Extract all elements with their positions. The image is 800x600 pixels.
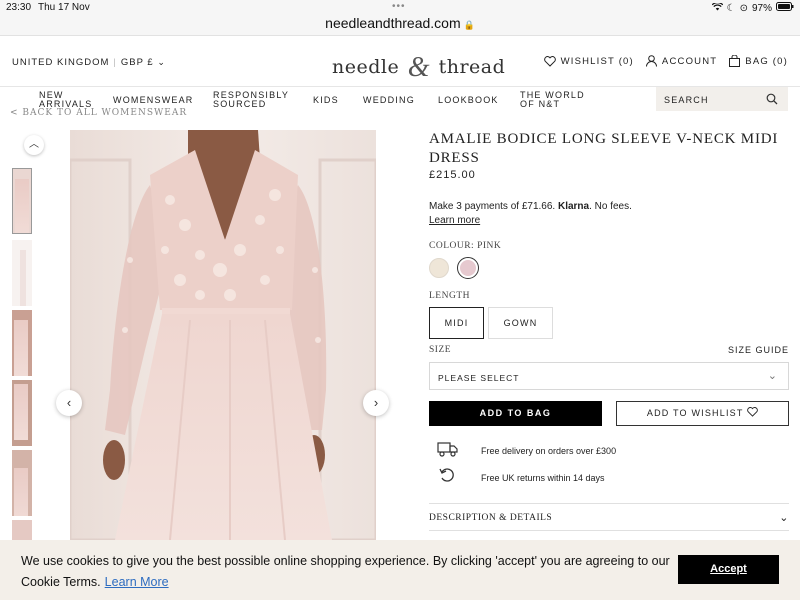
thumbnail-5[interactable] (12, 450, 32, 516)
bag-link[interactable]: BAG (0) (729, 55, 788, 67)
header-actions: WISHLIST (0) ACCOUNT BAG (0) (543, 55, 788, 67)
currency-label: GBP £ (120, 57, 154, 68)
search-input[interactable]: SEARCH (656, 87, 788, 111)
thumbnail-image (14, 468, 28, 516)
battery-percent: 97% (751, 2, 772, 14)
search-icon[interactable] (766, 93, 778, 105)
bag-icon (729, 55, 741, 67)
image-next-button[interactable]: › (363, 390, 389, 416)
returns-icon (439, 468, 454, 482)
wishlist-link[interactable]: WISHLIST (0) (543, 55, 634, 67)
cookie-learn-more-link[interactable]: Learn More (105, 575, 169, 589)
thumbnail-image (15, 179, 29, 233)
logo-ampersand: & (407, 52, 431, 83)
logo-word-needle: needle (332, 56, 400, 78)
product-title: AMALIE BODICE LONG SLEEVE V-NECK MIDI DR… (429, 131, 779, 166)
date: Thu 17 Nov (38, 2, 90, 13)
product-main-image[interactable] (70, 130, 376, 540)
user-icon (645, 55, 657, 67)
heart-icon (747, 407, 758, 417)
perk-free-delivery: Free delivery on orders over £300 (481, 446, 617, 456)
thumbnail-4[interactable] (12, 380, 32, 446)
size-label: SIZE (429, 345, 452, 355)
cookie-banner: We use cookies to give you the best poss… (0, 540, 800, 600)
add-to-wishlist-label: ADD TO WISHLIST (646, 408, 744, 418)
battery-icon (776, 2, 794, 14)
url-text: needleandthread.com (325, 15, 461, 31)
thumbnail-6[interactable] (12, 520, 32, 540)
browser-status-bar: 23:30 Thu 17 Nov ••• ☾ ⊙ 97% needleandth… (0, 0, 800, 36)
divider: | (113, 57, 117, 68)
nav-womenswear[interactable]: WOMENSWEAR (113, 96, 194, 105)
account-link[interactable]: ACCOUNT (645, 55, 718, 67)
swatch-pink[interactable] (457, 257, 479, 279)
heart-icon (543, 55, 556, 67)
account-label: ACCOUNT (661, 55, 718, 67)
chevron-down-icon: ⌄ (779, 512, 789, 524)
thumbnail-3[interactable] (12, 310, 32, 376)
swatch-pink-fill (460, 260, 476, 276)
nav-wedding[interactable]: WEDDING (363, 96, 415, 105)
size-select[interactable]: PLEASE SELECT ⌄ (429, 362, 789, 390)
chevron-down-icon: ⌄ (767, 370, 778, 382)
multitask-dots-icon[interactable]: ••• (392, 1, 406, 12)
length-midi-button[interactable]: MIDI (429, 307, 484, 339)
wifi-icon (711, 1, 723, 14)
length-gown-button[interactable]: GOWN (488, 307, 553, 339)
size-select-value: PLEASE SELECT (438, 373, 520, 383)
perk-free-returns: Free UK returns within 14 days (481, 473, 605, 483)
chevron-right-icon: › (373, 395, 379, 410)
wishlist-label: WISHLIST (0) (560, 55, 634, 67)
thumbnail-image (14, 384, 28, 440)
thumbnail-image (20, 250, 26, 306)
size-guide-link[interactable]: SIZE GUIDE (728, 345, 789, 355)
nav-new-arrivals[interactable]: NEW ARRIVALS (39, 91, 99, 109)
nav-responsibly-sourced[interactable]: RESPONSIBLY SOURCED (213, 91, 293, 109)
klarna-brand: Klarna (557, 201, 590, 212)
logo-word-thread: thread (438, 56, 506, 78)
cookie-accept-button[interactable]: Accept (678, 555, 779, 584)
cookie-message: We use cookies to give you the best poss… (21, 551, 671, 593)
klarna-fees: . No fees. (589, 201, 632, 212)
lock-icon: 🔒 (463, 20, 475, 30)
bag-label: BAG (0) (745, 55, 788, 67)
search-placeholder: SEARCH (664, 95, 709, 105)
moon-icon: ☾ (726, 2, 736, 14)
chevron-left-icon: ‹ (66, 395, 72, 410)
nav-kids[interactable]: KIDS (313, 96, 339, 105)
length-label: LENGTH (429, 291, 470, 301)
product-price: £215.00 (429, 169, 476, 181)
nav-lookbook[interactable]: LOOKBOOK (438, 96, 499, 105)
thumbnail-2[interactable] (12, 240, 32, 306)
description-label: DESCRIPTION & DETAILS (429, 513, 553, 523)
add-to-wishlist-button[interactable]: ADD TO WISHLIST (616, 401, 789, 426)
thumbnail-image (14, 320, 28, 376)
site-logo[interactable]: needle & thread (332, 49, 506, 83)
nav-world-of-nt[interactable]: THE WORLD OF N&T (520, 91, 592, 109)
dress-photo (70, 130, 376, 540)
thumbnails-up-button[interactable]: ︿ (24, 135, 44, 155)
country-label: UNITED KINGDOM (12, 57, 110, 68)
klarna-text: Make 3 payments of £71.66. (429, 201, 556, 212)
delivery-truck-icon (437, 442, 458, 457)
swatch-ivory[interactable] (429, 258, 449, 278)
image-prev-button[interactable]: ‹ (56, 390, 82, 416)
site-header: UNITED KINGDOM | GBP £ ⌄ needle & thread W… (0, 37, 800, 87)
chevron-down-icon: ⌄ (157, 57, 166, 67)
region-selector[interactable]: UNITED KINGDOM | GBP £ ⌄ (12, 57, 166, 68)
back-link[interactable]: < BACK TO ALL WOMENSWEAR (10, 108, 187, 116)
add-to-bag-button[interactable]: ADD TO BAG (429, 401, 602, 426)
lock-rotation-icon: ⊙ (739, 2, 748, 14)
klarna-info: Make 3 payments of £71.66. Klarna. No fe… (429, 200, 632, 227)
clock: 23:30 (6, 2, 32, 13)
description-accordion[interactable]: DESCRIPTION & DETAILS ⌄ (429, 503, 789, 531)
klarna-learn-more-link[interactable]: Learn more (429, 214, 632, 227)
address-bar[interactable]: needleandthread.com 🔒 (0, 15, 800, 31)
thumbnail-1[interactable] (12, 168, 32, 234)
colour-label: COLOUR: PINK (429, 241, 502, 251)
system-indicators: ☾ ⊙ 97% (711, 1, 794, 14)
